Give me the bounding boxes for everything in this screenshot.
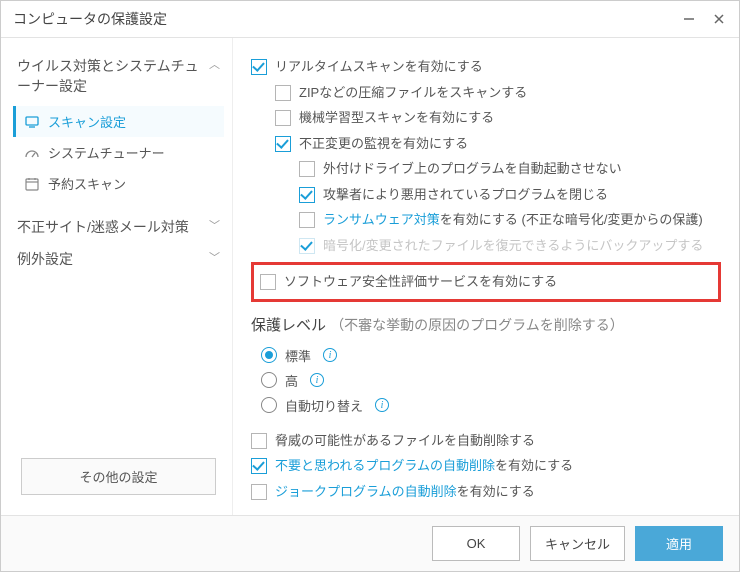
titlebar-controls	[681, 11, 727, 27]
cancel-button[interactable]: キャンセル	[530, 526, 625, 561]
checkbox-label: 不正変更の監視を有効にする	[299, 134, 468, 154]
protection-level-heading: 保護レベル （不審な挙動の原因のプログラムを削除する）	[251, 314, 721, 335]
checkbox-label: ランサムウェア対策を有効にする (不正な暗号化/変更からの保護)	[323, 210, 703, 230]
highlight-annotation: ソフトウェア安全性評価サービスを有効にする	[251, 262, 721, 302]
checkbox-row-external-drive: 外付けドライブ上のプログラムを自動起動させない	[299, 156, 721, 182]
ransomware-link[interactable]: ランサムウェア対策	[323, 212, 440, 227]
sidebar-item-label: 予約スキャン	[48, 174, 126, 193]
sidebar-item-label: システムチューナー	[48, 143, 165, 162]
radio-auto[interactable]	[261, 397, 277, 413]
chevron-down-icon: ﹀	[209, 249, 220, 265]
close-icon[interactable]	[711, 11, 727, 27]
radio-row-standard: 標準 i	[261, 343, 721, 368]
checkbox-row-realtime: リアルタイムスキャンを有効にする	[251, 54, 721, 80]
titlebar: コンピュータの保護設定	[1, 1, 739, 38]
checkbox-auto-delete-threat[interactable]	[251, 433, 267, 449]
checkbox-label: 外付けドライブ上のプログラムを自動起動させない	[323, 159, 622, 179]
scan-icon	[24, 114, 40, 130]
info-icon[interactable]: i	[310, 373, 324, 387]
checkbox-ml[interactable]	[275, 110, 291, 126]
checkbox-label: 不要と思われるプログラムの自動削除を有効にする	[275, 456, 573, 476]
chevron-down-icon: ﹀	[209, 217, 220, 233]
checkbox-row-zip: ZIPなどの圧縮ファイルをスキャンする	[275, 80, 721, 106]
checkbox-auto-delete-unwanted[interactable]	[251, 458, 267, 474]
chevron-up-icon: ︿	[209, 56, 220, 72]
sidebar-section-label: 不正サイト/迷惑メール対策	[17, 217, 189, 237]
checkbox-row-software-safety: ソフトウェア安全性評価サービスを有効にする	[260, 269, 712, 295]
checkbox-auto-delete-joke[interactable]	[251, 484, 267, 500]
checkbox-label: ZIPなどの圧縮ファイルをスキャンする	[299, 83, 527, 103]
checkbox-row-ransomware: ランサムウェア対策を有効にする (不正な暗号化/変更からの保護)	[299, 207, 721, 233]
checkbox-row-ml: 機械学習型スキャンを有効にする	[275, 105, 721, 131]
checkbox-row-backup: 暗号化/変更されたファイルを復元できるようにバックアップする	[299, 233, 721, 259]
sidebar-section-label: 例外設定	[17, 249, 73, 269]
sidebar-item-scheduled-scan[interactable]: 予約スキャン	[13, 168, 224, 199]
radio-high[interactable]	[261, 372, 277, 388]
radio-standard[interactable]	[261, 347, 277, 363]
checkbox-zip[interactable]	[275, 85, 291, 101]
window-title: コンピュータの保護設定	[13, 9, 167, 29]
checkbox-label: 機械学習型スキャンを有効にする	[299, 108, 494, 128]
checkbox-tamper[interactable]	[275, 136, 291, 152]
checkbox-realtime[interactable]	[251, 59, 267, 75]
main-panel: リアルタイムスキャンを有効にする ZIPなどの圧縮ファイルをスキャンする 機械学…	[233, 38, 739, 515]
checkbox-row-tamper: 不正変更の監視を有効にする	[275, 131, 721, 157]
checkbox-external-drive[interactable]	[299, 161, 315, 177]
checkbox-label: 攻撃者により悪用されているプログラムを閉じる	[323, 185, 608, 205]
footer: OK キャンセル 適用	[1, 515, 739, 571]
sidebar: ウイルス対策とシステムチューナー設定 ︿ スキャン設定 システムチューナー	[1, 38, 233, 515]
sidebar-section-websafety[interactable]: 不正サイト/迷惑メール対策 ﹀	[13, 211, 224, 243]
sidebar-item-scan-settings[interactable]: スキャン設定	[13, 106, 224, 137]
radio-label: 高	[285, 371, 298, 390]
other-settings-button[interactable]: その他の設定	[21, 458, 216, 495]
radio-row-high: 高 i	[261, 368, 721, 393]
checkbox-row-auto-delete-unwanted: 不要と思われるプログラムの自動削除を有効にする	[251, 453, 721, 479]
sidebar-item-label: スキャン設定	[48, 112, 126, 131]
gauge-icon	[24, 145, 40, 161]
checkbox-close-attacker[interactable]	[299, 187, 315, 203]
checkbox-row-auto-delete-joke: ジョークプログラムの自動削除を有効にする	[251, 479, 721, 505]
checkbox-label: 脅威の可能性があるファイルを自動削除する	[275, 431, 535, 451]
info-icon[interactable]: i	[323, 348, 337, 362]
checkbox-label: 暗号化/変更されたファイルを復元できるようにバックアップする	[323, 236, 703, 256]
sidebar-item-system-tuner[interactable]: システムチューナー	[13, 137, 224, 168]
info-icon[interactable]: i	[375, 398, 389, 412]
radio-row-auto: 自動切り替え i	[261, 393, 721, 418]
checkbox-ransomware[interactable]	[299, 212, 315, 228]
checkbox-label: ソフトウェア安全性評価サービスを有効にする	[284, 272, 557, 292]
checkbox-row-close-attacker: 攻撃者により悪用されているプログラムを閉じる	[299, 182, 721, 208]
checkbox-label: リアルタイムスキャンを有効にする	[275, 57, 483, 77]
checkbox-software-safety[interactable]	[260, 274, 276, 290]
joke-programs-link[interactable]: ジョークプログラムの自動削除	[275, 484, 457, 499]
sidebar-section-exceptions[interactable]: 例外設定 ﹀	[13, 243, 224, 275]
ok-button[interactable]: OK	[432, 526, 520, 561]
settings-window: コンピュータの保護設定 ウイルス対策とシステムチューナー設定 ︿ スキャン設定	[0, 0, 740, 572]
sidebar-nav-items: スキャン設定 システムチューナー 予約スキャン	[13, 106, 224, 199]
checkbox-label: ジョークプログラムの自動削除を有効にする	[275, 482, 535, 502]
calendar-icon	[24, 176, 40, 192]
window-body: ウイルス対策とシステムチューナー設定 ︿ スキャン設定 システムチューナー	[1, 38, 739, 515]
minimize-icon[interactable]	[681, 11, 697, 27]
unwanted-programs-link[interactable]: 不要と思われるプログラムの自動削除	[275, 458, 495, 473]
sidebar-section-antivirus[interactable]: ウイルス対策とシステムチューナー設定 ︿	[13, 50, 224, 102]
sidebar-section-label: ウイルス対策とシステムチューナー設定	[17, 56, 209, 96]
checkbox-row-auto-delete-threat: 脅威の可能性があるファイルを自動削除する	[251, 428, 721, 454]
checkbox-backup	[299, 238, 315, 254]
radio-label: 自動切り替え	[285, 396, 363, 415]
apply-button[interactable]: 適用	[635, 526, 723, 561]
radio-label: 標準	[285, 346, 311, 365]
